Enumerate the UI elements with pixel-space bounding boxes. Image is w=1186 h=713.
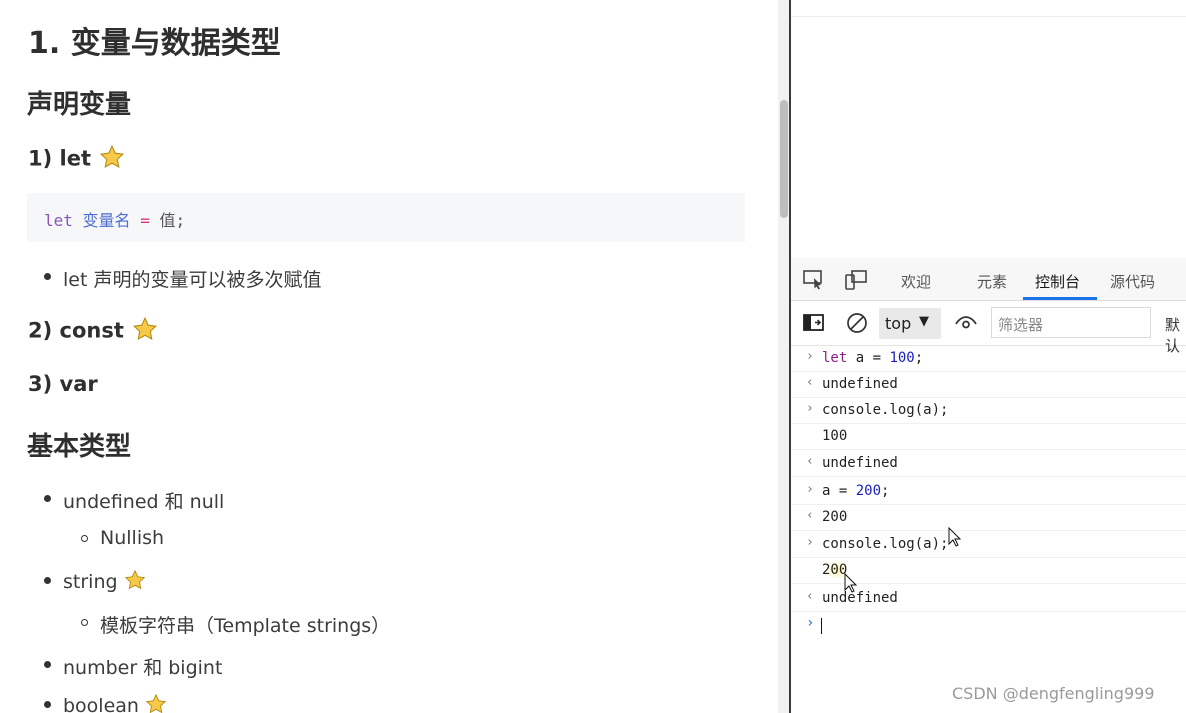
context-value: top — [885, 314, 912, 333]
document-pane: 1. 变量与数据类型 声明变量 1) let let 变量名 = 值; let … — [0, 0, 778, 713]
console-return-text: undefined — [822, 590, 898, 606]
tab-console[interactable]: 控制台 — [1035, 271, 1080, 292]
devtools-panel: 欢迎 元素 控制台 源代码 top ▼ 筛选器 默认 › let a = 100… — [791, 0, 1186, 713]
return-chevron-icon: ‹ — [806, 375, 814, 390]
star-icon — [132, 316, 158, 347]
console-input-text: console.log(a); — [822, 536, 949, 552]
bullet-circle — [81, 619, 88, 626]
tab-sources[interactable]: 源代码 — [1110, 271, 1155, 292]
heading-var: 3) var — [28, 372, 98, 396]
console-return-text: undefined — [822, 376, 898, 392]
type-item-label: string — [63, 571, 118, 593]
mouse-cursor-icon — [948, 526, 962, 551]
type-item-string: string — [63, 569, 146, 596]
input-chevron-icon: › — [806, 349, 814, 364]
console-toolbar: top ▼ 筛选器 默认 — [791, 301, 1186, 355]
return-chevron-icon: ‹ — [806, 454, 814, 469]
star-icon — [124, 569, 146, 596]
console-entry: › console.log(a); — [791, 531, 1186, 558]
heading-let-label: 1) let — [28, 146, 91, 171]
filter-placeholder: 筛选器 — [998, 316, 1044, 334]
watermark: CSDN @dengfengling999 — [952, 684, 1155, 703]
scrollbar-thumb[interactable] — [780, 100, 788, 218]
code-operator: = — [140, 211, 150, 230]
bullet-dot — [44, 495, 51, 502]
return-chevron-icon: ‹ — [806, 508, 814, 523]
console-filter-input[interactable]: 筛选器 — [991, 307, 1151, 338]
input-chevron-icon: › — [806, 535, 814, 550]
console-log-text: 100 — [822, 428, 848, 444]
console-entry: ‹ 200 — [791, 504, 1186, 531]
type-item-label: boolean — [63, 695, 139, 713]
console-return-text: 200 — [822, 509, 848, 525]
type-item: undefined 和 null — [63, 491, 225, 513]
star-icon — [145, 693, 167, 713]
console-entry: 100 — [791, 423, 1186, 450]
console-input-text: a = 200; — [822, 483, 890, 499]
input-chevron-icon: › — [806, 401, 814, 416]
code-block: let 变量名 = 值; — [27, 193, 745, 242]
heading-let: 1) let — [28, 144, 125, 175]
device-toggle-icon[interactable] — [845, 270, 867, 290]
star-icon — [99, 144, 125, 175]
code-line: let 变量名 = 值; — [44, 207, 185, 231]
type-item-boolean: boolean — [63, 693, 167, 713]
code-value: 值; — [159, 211, 186, 230]
chevron-down-icon: ▼ — [919, 314, 929, 329]
bullet-circle — [81, 535, 88, 542]
eye-icon[interactable] — [954, 314, 977, 334]
bullet-dot — [44, 273, 51, 280]
tab-elements[interactable]: 元素 — [977, 271, 1007, 292]
browser-toolbar-strip — [791, 0, 1186, 17]
console-entry: › let a = 100; — [791, 345, 1186, 372]
console-return-text: undefined — [822, 455, 898, 471]
section-heading-basic: 基本类型 — [27, 432, 132, 462]
sidebar-toggle-icon[interactable] — [803, 313, 825, 333]
page-title: 1. 变量与数据类型 — [28, 26, 281, 61]
console-input-text: let a = 100; — [822, 350, 924, 366]
clear-console-icon[interactable] — [846, 312, 868, 333]
code-keyword: let — [44, 211, 73, 230]
type-subitem: 模板字符串（Template strings） — [100, 615, 391, 637]
console-entry: ‹ undefined — [791, 371, 1186, 398]
input-chevron-icon: › — [806, 482, 814, 497]
type-item: number 和 bigint — [63, 657, 223, 679]
section-heading-declare: 声明变量 — [27, 90, 132, 120]
tab-welcome[interactable]: 欢迎 — [901, 271, 931, 292]
return-chevron-icon: ‹ — [806, 589, 814, 604]
heading-const-label: 2) const — [28, 318, 124, 343]
console-entry: › a = 200; — [791, 478, 1186, 505]
code-variable: 变量名 — [82, 211, 131, 230]
inspect-icon[interactable] — [803, 270, 825, 290]
bullet-dot — [44, 661, 51, 668]
console-entry: ‹ undefined — [791, 450, 1186, 477]
mouse-cursor-icon — [844, 572, 858, 597]
console-entry: › console.log(a); — [791, 397, 1186, 424]
type-subitem: Nullish — [100, 527, 165, 549]
active-tab-indicator — [1023, 297, 1097, 300]
prompt-chevron-icon: › — [806, 615, 815, 631]
devtools-tabbar: 欢迎 元素 控制台 源代码 — [791, 258, 1186, 301]
console-input-caret[interactable] — [821, 618, 822, 634]
bullet-dot — [44, 577, 51, 584]
bullet-dot — [44, 701, 51, 708]
let-note: let 声明的变量可以被多次赋值 — [63, 269, 322, 291]
console-input-text: console.log(a); — [822, 402, 949, 418]
context-selector[interactable]: top ▼ — [879, 308, 941, 339]
heading-const: 2) const — [28, 316, 158, 347]
